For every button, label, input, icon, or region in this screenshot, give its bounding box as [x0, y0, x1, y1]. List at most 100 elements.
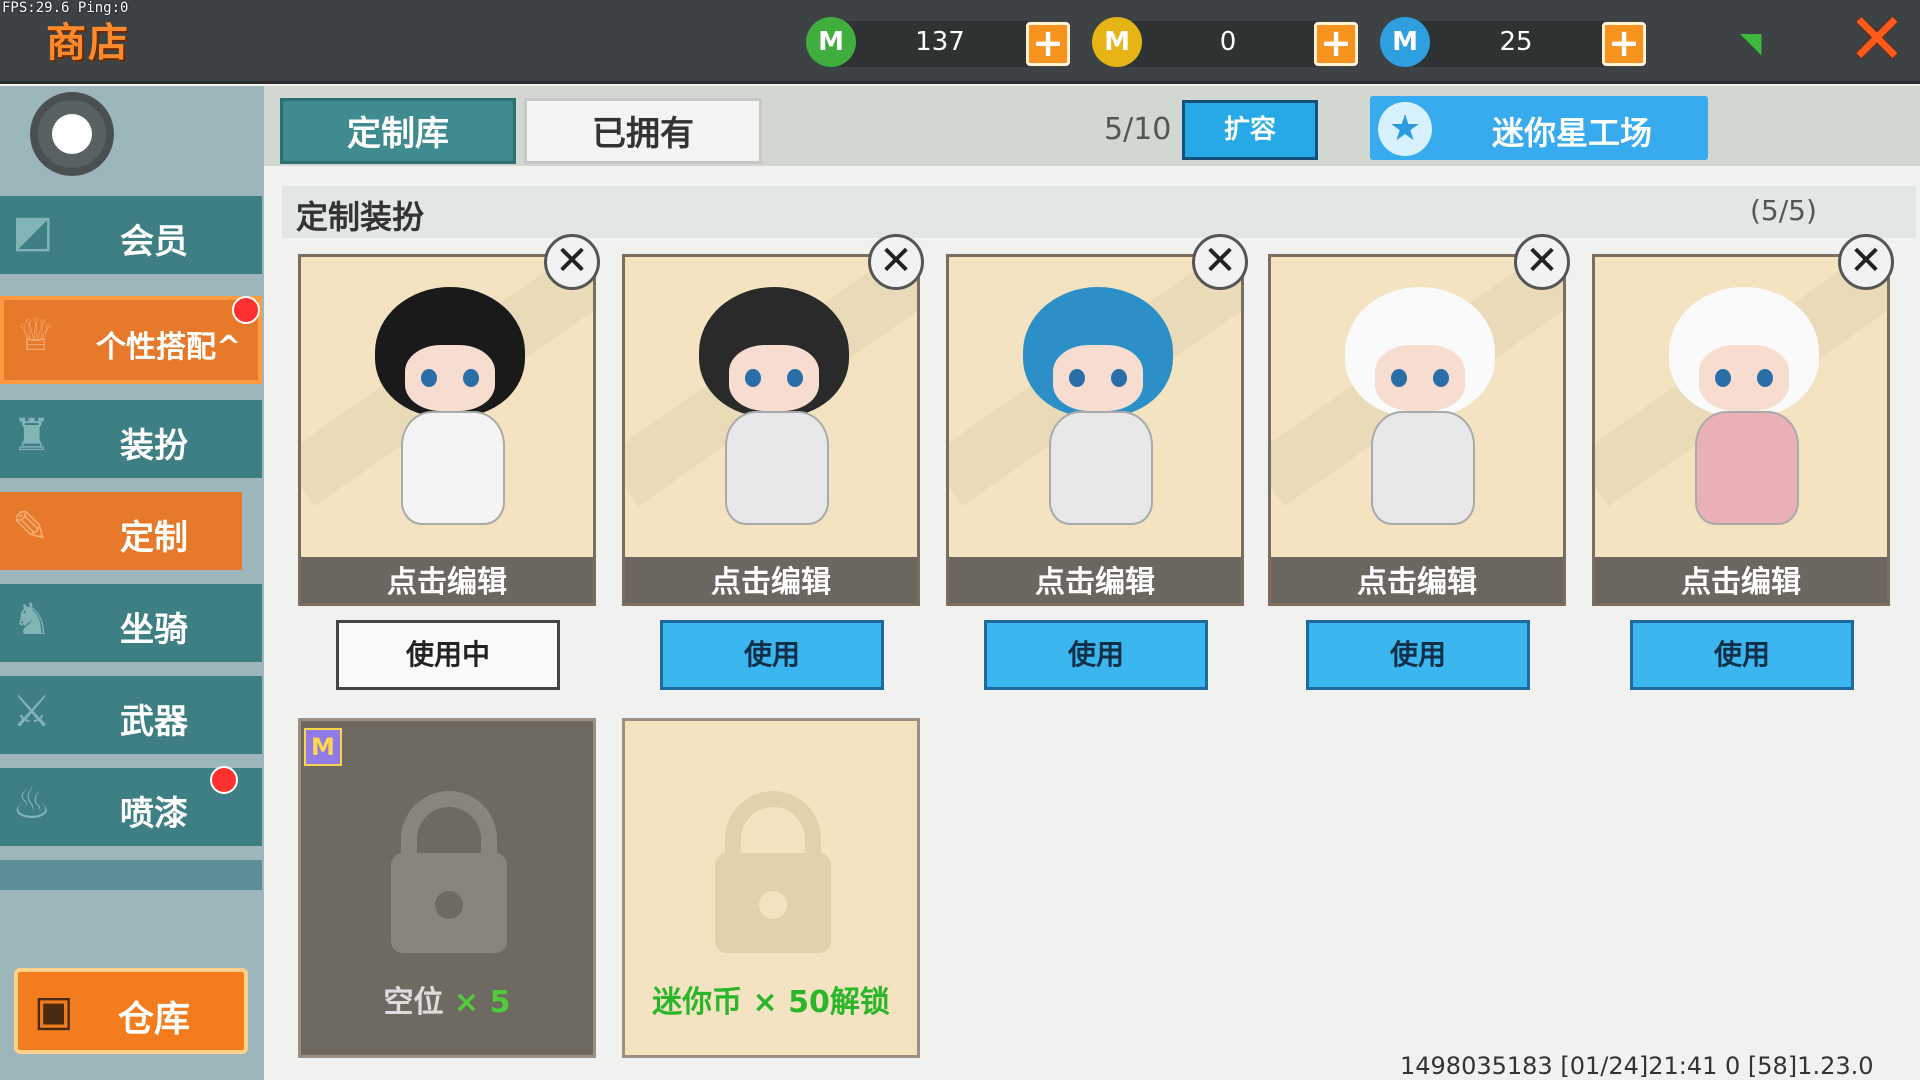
character-face: [405, 345, 495, 411]
add-star-coin-button[interactable]: +: [1602, 22, 1646, 66]
unlock-cost-label: 迷你币 × 50解锁: [652, 985, 890, 1020]
edit-label[interactable]: 点击编辑: [1595, 557, 1887, 603]
notification-badge: [210, 766, 238, 794]
sidebar-item-label: 会员: [120, 222, 188, 262]
character-eye-left: [745, 369, 761, 387]
page-title: 商店: [46, 20, 130, 66]
add-coin-button[interactable]: +: [1314, 22, 1358, 66]
section-header: [282, 186, 1916, 238]
character-eye-right: [463, 369, 479, 387]
slot-label-prefix: 空位: [383, 985, 454, 1020]
remove-outfit-close-icon[interactable]: ✕: [868, 234, 924, 290]
character-body: [1695, 411, 1799, 525]
locked-slot-coin-unlock[interactable]: 迷你币 × 50解锁: [622, 718, 920, 1058]
section-count: (5/5): [1750, 194, 1817, 227]
character-face: [1375, 345, 1465, 411]
avatar-placeholder-icon: [52, 114, 92, 154]
character-figure: [1013, 287, 1183, 527]
sidebar-item-mount[interactable]: ♞ 坐骑: [0, 584, 262, 662]
currency-value-gem: 137: [915, 27, 965, 57]
capacity-count: 5/10: [1104, 112, 1172, 147]
character-face: [729, 345, 819, 411]
currency-value-star: 25: [1499, 27, 1533, 57]
add-gem-button[interactable]: +: [1026, 22, 1070, 66]
character-face: [1699, 345, 1789, 411]
fps-ping-readout: FPS:29.6 Ping:0: [2, 0, 129, 16]
character-figure: [689, 287, 859, 527]
mini-star-workshop-button[interactable]: ★ 迷你星工场: [1370, 96, 1708, 160]
expand-capacity-button[interactable]: 扩容: [1182, 100, 1318, 160]
tab-custom-library[interactable]: 定制库: [280, 98, 516, 164]
mount-icon: ♞: [12, 594, 52, 645]
sidebar-item-dressup[interactable]: ♜ 装扮: [0, 400, 262, 478]
character-eye-left: [421, 369, 437, 387]
edit-label[interactable]: 点击编辑: [301, 557, 593, 603]
edit-label[interactable]: 点击编辑: [1271, 557, 1563, 603]
version-info: 1498035183 [01/24]21:41 0 [58]1.23.0: [1400, 1052, 1874, 1080]
notification-badge: [232, 296, 260, 324]
in-use-button[interactable]: 使用中: [336, 620, 560, 690]
character-body: [401, 411, 505, 525]
sidebar-item-label: 喷漆: [120, 794, 188, 834]
currency-value-coin: 0: [1219, 27, 1237, 57]
character-eye-left: [1391, 369, 1407, 387]
use-button[interactable]: 使用: [1630, 620, 1854, 690]
trophy-icon: ♕: [16, 310, 56, 361]
character-figure: [1659, 287, 1829, 527]
outfit-card[interactable]: 点击编辑: [1268, 254, 1566, 606]
remove-outfit-close-icon[interactable]: ✕: [544, 234, 600, 290]
section-title: 定制装扮: [296, 198, 425, 236]
character-figure: [1335, 287, 1505, 527]
remove-outfit-close-icon[interactable]: ✕: [1514, 234, 1570, 290]
m-badge-icon: M: [304, 728, 342, 766]
outfit-card[interactable]: 点击编辑: [946, 254, 1244, 606]
lock-keyhole: [759, 891, 787, 919]
gun-icon: ⚔: [12, 686, 52, 737]
character-eye-right: [1433, 369, 1449, 387]
sidebar-item-label: 装扮: [120, 426, 188, 466]
use-button[interactable]: 使用: [984, 620, 1208, 690]
use-button[interactable]: 使用: [660, 620, 884, 690]
character-body: [1371, 411, 1475, 525]
vip-icon: ◩: [12, 206, 54, 257]
remove-outfit-close-icon[interactable]: ✕: [1838, 234, 1894, 290]
spray-can-icon: ♨: [12, 778, 52, 829]
star-workshop-label: 迷你星工场: [1492, 114, 1653, 152]
blue-star-coin-icon: M: [1380, 17, 1430, 67]
character-eye-right: [1111, 369, 1127, 387]
slot-label: 空位 × 5: [301, 977, 593, 1021]
sidebar-item-partial[interactable]: [0, 860, 262, 890]
warehouse-label: 仓库: [118, 999, 191, 1040]
outfit-card[interactable]: 点击编辑: [622, 254, 920, 606]
green-gem-icon: M: [806, 17, 856, 67]
pencil-icon: ✎: [12, 502, 49, 553]
character-face: [1053, 345, 1143, 411]
wifi-signal-icon: ◥: [1740, 26, 1762, 59]
warehouse-button[interactable]: ▣ 仓库: [14, 968, 248, 1054]
shirt-icon: ♜: [12, 410, 52, 461]
sidebar-item-vip[interactable]: ◩ 会员: [0, 196, 262, 274]
character-eye-right: [1757, 369, 1773, 387]
character-eye-left: [1069, 369, 1085, 387]
use-button[interactable]: 使用: [1306, 620, 1530, 690]
edit-label[interactable]: 点击编辑: [625, 557, 917, 603]
outfit-card[interactable]: 点击编辑: [298, 254, 596, 606]
sidebar-item-label: 武器: [120, 702, 188, 742]
lock-keyhole: [435, 891, 463, 919]
sidebar-item-weapon[interactable]: ⚔ 武器: [0, 676, 262, 754]
outfit-card[interactable]: 点击编辑: [1592, 254, 1890, 606]
sidebar-item-label: 定制: [120, 518, 188, 558]
character-eye-right: [787, 369, 803, 387]
remove-outfit-close-icon[interactable]: ✕: [1192, 234, 1248, 290]
star-icon: ★: [1378, 102, 1432, 156]
slot-label-count: × 5: [453, 985, 511, 1020]
character-body: [1049, 411, 1153, 525]
close-icon[interactable]: ✕: [1842, 4, 1912, 74]
edit-label[interactable]: 点击编辑: [949, 557, 1241, 603]
sidebar-item-custom[interactable]: ✎ 定制: [0, 492, 242, 570]
sidebar-item-label: 个性搭配^: [96, 330, 242, 365]
sidebar-item-personal-style[interactable]: ♕ 个性搭配^: [0, 296, 262, 384]
tab-owned[interactable]: 已拥有: [524, 98, 762, 164]
empty-slot[interactable]: 空位 × 5: [298, 718, 596, 1058]
character-figure: [365, 287, 535, 527]
